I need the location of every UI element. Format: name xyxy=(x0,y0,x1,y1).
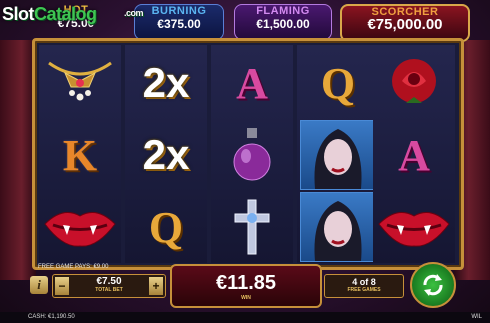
multiplier-2x-text: 2x xyxy=(142,131,190,178)
rose-icon xyxy=(392,59,436,103)
jackpot-scorcher-value: €75,000.00 xyxy=(367,16,443,33)
status-bar: CASH: €1,190.50 WIL xyxy=(0,312,490,323)
lips-symbol xyxy=(39,191,121,263)
free-games-counter: 4 of 8 FREE GAMES xyxy=(324,274,404,298)
k-letter: K xyxy=(62,130,98,180)
reels-frame: K 2x 2x Q A Q A xyxy=(32,38,464,270)
vampire-lady-symbol xyxy=(297,191,379,263)
spin-arrows-icon xyxy=(423,274,443,296)
a-symbol: A xyxy=(211,47,293,119)
vampire-lady-symbol xyxy=(297,119,379,191)
perfume-symbol xyxy=(211,119,293,191)
reel-2: 2x 2x Q xyxy=(125,45,207,263)
bet-control: − €7.50 TOTAL BET + xyxy=(52,274,166,298)
status-right-text: WIL xyxy=(471,314,482,320)
q-symbol: Q xyxy=(125,191,207,263)
k-symbol: K xyxy=(39,119,121,191)
jackpot-flaming-name: FLAMING xyxy=(256,5,310,17)
jackpot-flaming-value: €1,500.00 xyxy=(256,17,310,31)
rose-symbol xyxy=(373,47,455,119)
necklace-icon xyxy=(48,61,112,101)
vampire-lady-icon xyxy=(314,201,362,261)
multiplier-2x-text: 2x xyxy=(142,59,190,106)
bet-increase-button[interactable]: + xyxy=(149,277,163,295)
vampire-lips-icon xyxy=(378,211,450,247)
reel-3: A xyxy=(211,45,293,263)
total-bet-value: €7.50 xyxy=(96,276,122,287)
jackpot-burning: BURNING €375.00 xyxy=(134,4,224,40)
cross-icon xyxy=(234,199,270,255)
cross-symbol xyxy=(211,191,293,263)
free-game-pays-text: FREE GAME PAYS: €9.00 xyxy=(38,264,109,270)
vampire-lady-icon xyxy=(314,129,362,189)
a-letter: A xyxy=(236,58,268,108)
logo-com: .com xyxy=(124,8,144,18)
free-games-value: 4 of 8 xyxy=(352,277,376,287)
reel-4: Q xyxy=(297,45,379,263)
q-letter: Q xyxy=(148,202,184,252)
vampire-lady-portrait xyxy=(300,120,376,190)
watermark-logo: SlotCatalog .com xyxy=(2,4,144,25)
reel-1: K xyxy=(39,45,121,263)
left-curtain xyxy=(0,40,36,280)
free-games-label: FREE GAMES xyxy=(347,287,381,293)
jackpot-burning-name: BURNING xyxy=(151,5,207,17)
jackpot-flaming: FLAMING €1,500.00 xyxy=(234,4,332,40)
lips-symbol xyxy=(373,191,455,263)
multiplier-2x-symbol: 2x xyxy=(125,119,207,191)
multiplier-2x-symbol: 2x xyxy=(125,47,207,119)
a-letter: A xyxy=(398,130,430,180)
q-symbol: Q xyxy=(297,47,379,119)
win-display: €11.85 WIN xyxy=(170,264,322,308)
total-bet-label: TOTAL BET xyxy=(95,287,123,293)
necklace-symbol xyxy=(39,47,121,119)
a-symbol: A xyxy=(373,119,455,191)
info-button[interactable]: i xyxy=(30,276,48,294)
win-label: WIN xyxy=(241,295,251,301)
jackpot-scorcher: SCORCHER €75,000.00 xyxy=(340,4,470,42)
bet-decrease-button[interactable]: − xyxy=(55,277,69,295)
win-value: €11.85 xyxy=(215,272,277,294)
q-letter: Q xyxy=(320,58,356,108)
spin-button[interactable] xyxy=(410,262,456,308)
vampire-lips-icon xyxy=(44,211,116,247)
jackpot-burning-value: €375.00 xyxy=(157,17,201,31)
vampire-lady-portrait xyxy=(300,192,376,262)
cash-balance: CASH: €1,190.50 xyxy=(28,314,75,320)
logo-slot: Slot xyxy=(2,4,35,24)
logo-catalog: Catalog xyxy=(34,4,97,24)
reel-5: A xyxy=(373,45,455,263)
perfume-bottle-icon xyxy=(233,128,271,181)
